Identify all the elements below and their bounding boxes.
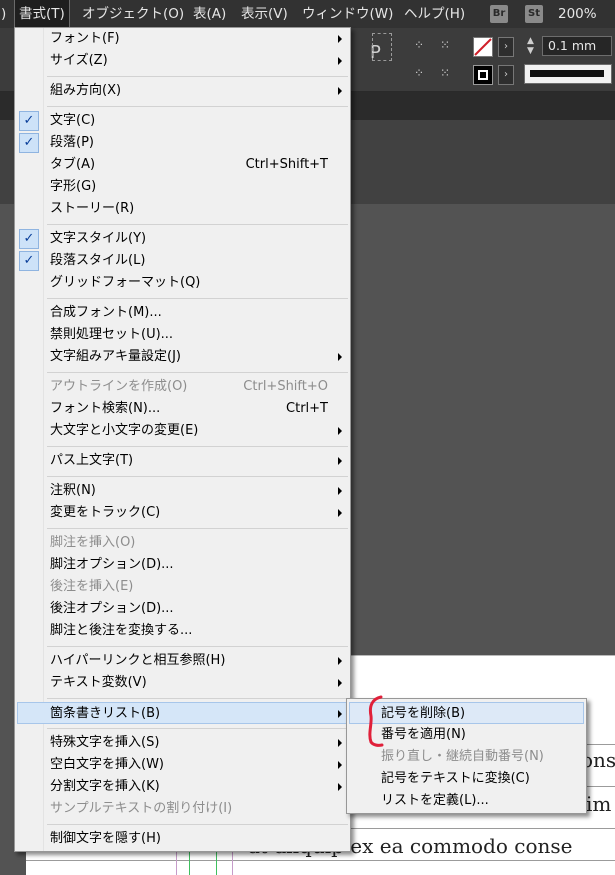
submenu-item-restart-numbering: 振り直し・継続自動番号(N): [381, 749, 544, 764]
menu-item-text-variables[interactable]: テキスト変数(V): [17, 672, 348, 694]
menu-item-change-case[interactable]: 大文字と小文字の変更(E): [17, 420, 348, 442]
menu-item-type-on-path[interactable]: パス上文字(T): [17, 450, 348, 472]
menu-item-create-outlines: アウトラインを作成(O) Ctrl+Shift+O: [50, 379, 328, 394]
menu-item-character-styles[interactable]: ✓ 文字スタイル(Y): [17, 228, 348, 250]
align-icon[interactable]: ⁙: [440, 38, 450, 52]
menu-item-mojikumi[interactable]: 文字組みアキ量設定(J): [17, 346, 348, 368]
menu-item-kinsoku-sets[interactable]: 禁則処理セット(U)...: [17, 324, 348, 346]
submenu-arrow-icon: [338, 509, 342, 517]
menu-item-find-font[interactable]: フォント検索(N)... Ctrl+T: [17, 398, 348, 420]
check-icon: ✓: [19, 229, 39, 249]
menu-separator: [47, 372, 348, 373]
stroke-swatch-icon[interactable]: [473, 65, 493, 85]
stroke-weight-input[interactable]: 0.1 mm: [542, 36, 612, 56]
menu-item-insert-white-space[interactable]: 空白文字を挿入(W): [17, 754, 348, 776]
menu-item-text-direction[interactable]: 組み方向(X): [17, 80, 348, 102]
menu-separator: [47, 106, 348, 107]
submenu-arrow-icon: [338, 87, 342, 95]
menu-item-insert-special-character[interactable]: 特殊文字を挿入(S): [17, 732, 348, 754]
menu-item-font[interactable]: フォント(F): [17, 28, 348, 50]
menu-item-insert-footnote: 脚注を挿入(O): [50, 535, 136, 550]
menu-item-insert-endnote: 後注を挿入(E): [50, 579, 134, 594]
menu-item-hyperlinks[interactable]: ハイパーリンクと相互参照(H): [17, 650, 348, 672]
submenu-arrow-icon: [338, 679, 342, 687]
submenu-item-apply-numbering[interactable]: 番号を適用(N): [349, 724, 584, 746]
menu-separator: [47, 476, 348, 477]
submenu-arrow-icon: [338, 761, 342, 769]
submenu-item-define-lists[interactable]: リストを定義(L)...: [349, 790, 584, 812]
menu-item-size[interactable]: サイズ(Z): [17, 50, 348, 72]
menu-format[interactable]: 書式(T): [14, 0, 70, 29]
menu-item-fill-placeholder: サンプルテキストの割り付け(I): [50, 801, 233, 816]
check-icon: ✓: [19, 133, 39, 153]
menu-item-tabs[interactable]: タブ(A) Ctrl+Shift+T: [17, 154, 348, 176]
submenu-arrow-icon: [338, 783, 342, 791]
chevron-right-2-icon[interactable]: ›: [498, 65, 514, 85]
distribute-2-icon[interactable]: ⁘: [414, 66, 424, 80]
submenu-item-convert-to-text[interactable]: 記号をテキストに変換(C): [349, 768, 584, 790]
menu-item-character[interactable]: ✓ 文字(C): [17, 110, 348, 132]
grid-line: [26, 860, 615, 861]
menu-separator: [47, 728, 348, 729]
stock-icon[interactable]: St: [525, 5, 543, 23]
menu-separator: [47, 76, 348, 77]
fill-none-icon[interactable]: [473, 37, 493, 57]
menu-item-hide-hidden-characters[interactable]: 制御文字を隠す(H): [17, 828, 348, 850]
menu-object[interactable]: オブジェクト(O): [82, 0, 184, 28]
stepper-icon[interactable]: ▲ ▼: [527, 36, 534, 56]
menu-view[interactable]: 表示(V): [241, 0, 288, 28]
check-icon: ✓: [19, 111, 39, 131]
submenu-arrow-icon: [338, 657, 342, 665]
frame-icon[interactable]: [372, 33, 392, 61]
stroke-type-select[interactable]: [524, 64, 612, 84]
menu-table[interactable]: 表(A): [193, 0, 226, 28]
annotation-bracket-icon: [368, 695, 384, 747]
menu-item-track-changes[interactable]: 変更をトラック(C): [17, 502, 348, 524]
menu-separator: [47, 698, 348, 699]
distribute-icon[interactable]: ⁘: [414, 38, 424, 52]
menu-separator: [47, 528, 348, 529]
menu-item-insert-break[interactable]: 分割文字を挿入(K): [17, 776, 348, 798]
menu-item-convert-notes[interactable]: 脚注と後注を変換する...: [17, 620, 348, 642]
menu-edit-fragment[interactable]: ): [1, 0, 6, 28]
menu-item-paragraph[interactable]: ✓ 段落(P): [17, 132, 348, 154]
submenu-item-remove-bullets[interactable]: 記号を削除(B): [349, 702, 584, 724]
menu-help[interactable]: ヘルプ(H): [404, 0, 465, 28]
menu-window[interactable]: ウィンドウ(W): [302, 0, 393, 28]
menu-item-endnote-options[interactable]: 後注オプション(D)...: [17, 598, 348, 620]
submenu-arrow-icon: [338, 739, 342, 747]
submenu-arrow-icon: [338, 487, 342, 495]
submenu-arrow-icon: [338, 35, 342, 43]
menu-bar: ) 書式(T) オブジェクト(O) 表(A) 表示(V) ウィンドウ(W) ヘル…: [0, 0, 615, 29]
format-menu: フォント(F) サイズ(Z) 組み方向(X) ✓ 文字(C) ✓ 段落(P) タブ(…: [14, 27, 351, 852]
chevron-right-icon[interactable]: ›: [498, 37, 514, 57]
check-icon: ✓: [19, 251, 39, 271]
menu-item-story[interactable]: ストーリー(R): [17, 198, 348, 220]
menu-item-paragraph-styles[interactable]: ✓ 段落スタイル(L): [17, 250, 348, 272]
zoom-level[interactable]: 200%: [558, 0, 597, 28]
align-2-icon[interactable]: ⁙: [440, 66, 450, 80]
menu-item-composite-fonts[interactable]: 合成フォント(M)...: [17, 302, 348, 324]
menu-separator: [47, 646, 348, 647]
submenu-arrow-icon: [338, 427, 342, 435]
menu-separator: [47, 298, 348, 299]
menu-item-grid-format[interactable]: グリッドフォーマット(Q): [17, 272, 348, 294]
menu-item-bulleted-lists[interactable]: 箇条書きリスト(B): [17, 702, 348, 724]
menu-separator: [47, 446, 348, 447]
menu-separator: [47, 824, 348, 825]
menu-separator: [47, 224, 348, 225]
menu-item-notes[interactable]: 注釈(N): [17, 480, 348, 502]
submenu-arrow-icon: [338, 353, 342, 361]
menu-item-footnote-options[interactable]: 脚注オプション(D)...: [17, 554, 348, 576]
submenu-arrow-icon: [338, 57, 342, 65]
submenu-arrow-icon: [338, 457, 342, 465]
document-text-line[interactable]: im: [586, 792, 611, 816]
bridge-icon[interactable]: Br: [490, 5, 508, 23]
submenu-arrow-icon: [338, 710, 342, 718]
menu-item-glyphs[interactable]: 字形(G): [17, 176, 348, 198]
